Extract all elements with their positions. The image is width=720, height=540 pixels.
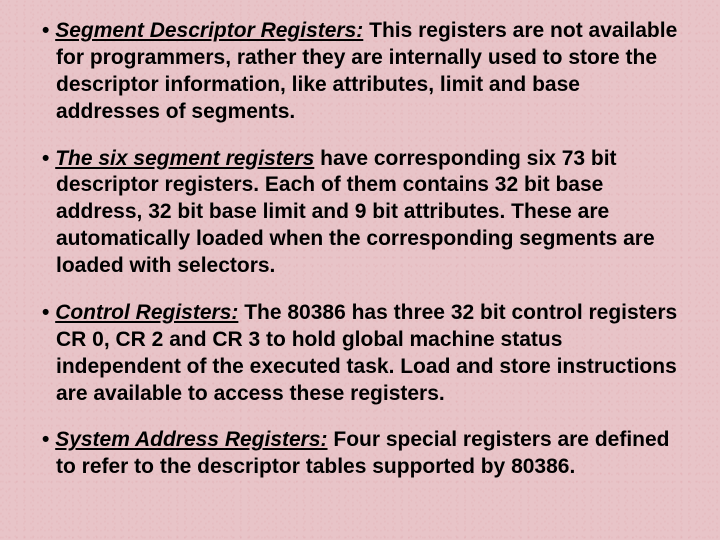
bullet-control-registers: Control Registers: The 80386 has three 3… (42, 300, 686, 408)
bullet-heading: The six segment registers (55, 147, 314, 170)
slide-body: Segment Descriptor Registers: This regis… (0, 0, 720, 540)
bullet-segment-descriptor: Segment Descriptor Registers: This regis… (42, 18, 686, 126)
bullet-heading: Control Registers: (55, 301, 238, 324)
bullet-six-segment: The six segment registers have correspon… (42, 146, 686, 280)
bullet-system-address: System Address Registers: Four special r… (42, 427, 686, 481)
bullet-heading: System Address Registers: (55, 428, 327, 451)
bullet-heading: Segment Descriptor Registers: (55, 19, 363, 42)
